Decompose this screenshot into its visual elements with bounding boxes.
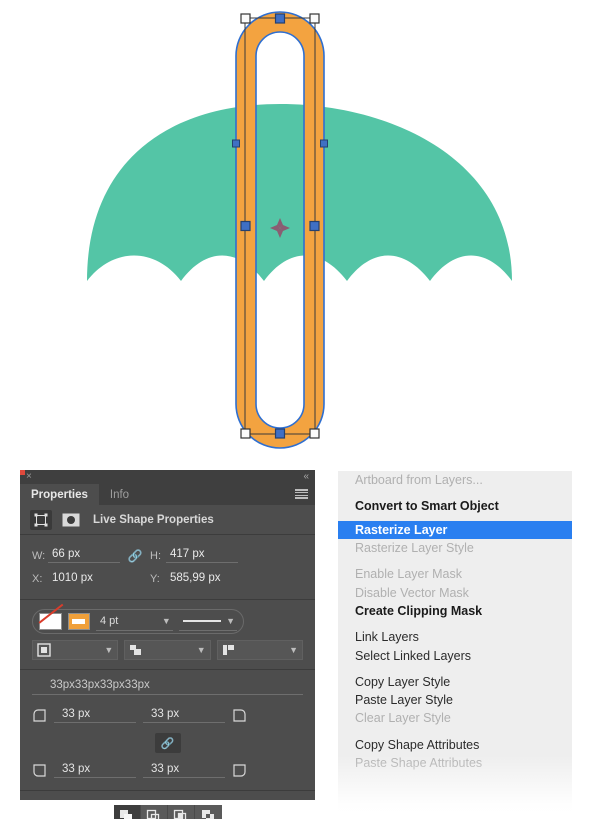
close-window-dot[interactable]: [20, 470, 25, 475]
radius-bottom-left-input[interactable]: 33 px: [54, 763, 136, 778]
y-input[interactable]: 585,99 px: [166, 572, 238, 586]
stroke-join-select[interactable]: ▼: [216, 640, 303, 660]
menu-item-rasterize-layer-style: Rasterize Layer Style: [355, 541, 474, 556]
menu-item-link-layers[interactable]: Link Layers: [338, 628, 572, 646]
stroke-section: 4 pt ▼ ▼ ▼ ▼ ▼: [20, 600, 315, 670]
menu-item-paste-layer-style[interactable]: Paste Layer Style: [338, 691, 572, 709]
chevron-down-icon: ▼: [196, 645, 206, 655]
radius-summary: 33px33px33px33px: [32, 679, 303, 695]
layer-context-menu[interactable]: Artboard from Layers... Convert to Smart …: [338, 471, 572, 819]
menu-item-enable-layer-mask: Enable Layer Mask: [355, 567, 463, 582]
properties-panel[interactable]: × « Properties Info Live Shape Propertie…: [20, 470, 315, 819]
width-label: W:: [32, 549, 46, 562]
corner-top-left-icon: [33, 708, 46, 722]
exclude-overlap-icon[interactable]: [194, 805, 222, 819]
x-input[interactable]: 1010 px: [48, 572, 120, 586]
chevron-down-icon: ▼: [226, 616, 235, 626]
menu-item-rasterize-layer[interactable]: Rasterize Layer: [338, 520, 572, 539]
menu-separator: [338, 620, 572, 628]
menu-item-convert-to-smart-object[interactable]: Convert to Smart Object: [338, 497, 572, 515]
corner-radius-section: 33px33px33px33px 33 px 33 px 🔗 33 px 33 …: [20, 670, 315, 791]
stroke-cap-select[interactable]: ▼: [124, 640, 211, 660]
path-operations-section: [20, 791, 315, 819]
chevron-down-icon: ▼: [104, 645, 114, 655]
subtract-front-icon[interactable]: [140, 805, 168, 819]
panel-title: Live Shape Properties: [93, 513, 214, 526]
link-dimensions-icon[interactable]: 🔗: [120, 549, 150, 563]
tab-properties[interactable]: Properties: [20, 484, 99, 505]
x-y-row: X: 1010 px Y: 585,99 px: [32, 567, 303, 590]
stroke-width-select[interactable]: 4 pt ▼: [96, 613, 173, 631]
screenshot-root: × « Properties Info Live Shape Propertie…: [0, 0, 600, 819]
stroke-align-select[interactable]: ▼: [32, 640, 119, 660]
radius-bottom-row: 33 px 33 px: [32, 759, 303, 781]
corner-bottom-left-icon: [33, 763, 46, 777]
radius-bottom-right-input[interactable]: 33 px: [143, 763, 225, 778]
panel-header: Live Shape Properties: [20, 505, 315, 535]
umbrella-canopy-shape[interactable]: [87, 104, 512, 281]
panel-menu-icon[interactable]: [295, 489, 308, 499]
fill-swatch-none[interactable]: [39, 613, 62, 630]
menu-item-paste-shape-attributes: Paste Shape Attributes: [355, 756, 483, 770]
menu-item-create-clipping-mask[interactable]: Create Clipping Mask: [338, 602, 572, 620]
stroke-options-row: ▼ ▼ ▼: [32, 640, 303, 660]
umbrella-illustration[interactable]: [0, 0, 600, 462]
path-operations-group[interactable]: [32, 805, 303, 819]
corner-top-right-icon: [233, 708, 246, 722]
stroke-join-icon: [222, 645, 234, 655]
height-label: H:: [150, 549, 161, 562]
menu-item-clear-layer-style: Clear Layer Style: [355, 711, 451, 726]
panel-tab-bar[interactable]: Properties Info: [20, 484, 315, 505]
dimensions-section: W: 66 px 🔗 H: 417 px X: 1010 px Y: 585,9…: [20, 535, 315, 600]
chevron-down-icon: ▼: [289, 645, 298, 655]
corner-bottom-right-icon: [233, 763, 246, 777]
solid-line-icon: [182, 620, 221, 622]
menu-item-copy-shape-attributes[interactable]: Copy Shape Attributes: [338, 736, 572, 754]
collapse-panel-icon[interactable]: «: [303, 470, 308, 483]
width-height-row: W: 66 px 🔗 H: 417 px: [32, 544, 303, 567]
intersect-shapes-icon[interactable]: [167, 805, 195, 819]
stroke-cap-icon: [130, 645, 142, 655]
combine-shapes-icon[interactable]: [113, 805, 141, 819]
radius-top-right-input[interactable]: 33 px: [143, 708, 225, 723]
height-input[interactable]: 417 px: [166, 548, 238, 563]
menu-item-artboard-from-layers: Artboard from Layers...: [355, 473, 483, 488]
menu-item-select-linked-layers[interactable]: Select Linked Layers: [338, 646, 572, 664]
link-radius-icon[interactable]: 🔗: [154, 733, 181, 753]
fill-stroke-row[interactable]: 4 pt ▼ ▼: [32, 609, 244, 634]
menu-item-disable-vector-mask: Disable Vector Mask: [355, 585, 469, 600]
y-label: Y:: [150, 572, 160, 585]
x-label: X:: [32, 572, 43, 585]
close-icon[interactable]: ×: [26, 470, 32, 483]
menu-item-copy-layer-style[interactable]: Copy Layer Style: [338, 673, 572, 691]
stroke-swatch[interactable]: [67, 613, 90, 630]
artwork-canvas[interactable]: [0, 0, 600, 462]
tab-info[interactable]: Info: [98, 484, 141, 505]
chevron-down-icon: ▼: [161, 616, 171, 626]
stroke-align-icon: [37, 643, 51, 657]
transform-shape-icon[interactable]: [30, 509, 52, 530]
menu-separator: [338, 489, 572, 497]
width-input[interactable]: 66 px: [48, 548, 120, 563]
menu-separator: [338, 665, 572, 673]
mask-circle-icon[interactable]: [60, 510, 82, 530]
stroke-style-select[interactable]: ▼: [178, 613, 237, 631]
menu-separator: [338, 557, 572, 565]
radius-top-left-input[interactable]: 33 px: [54, 708, 136, 723]
radius-top-row: 33 px 33 px: [32, 704, 303, 726]
stroke-width-value: 4 pt: [100, 615, 119, 627]
menu-separator: [338, 728, 572, 736]
panel-title-bar: × «: [20, 470, 315, 484]
